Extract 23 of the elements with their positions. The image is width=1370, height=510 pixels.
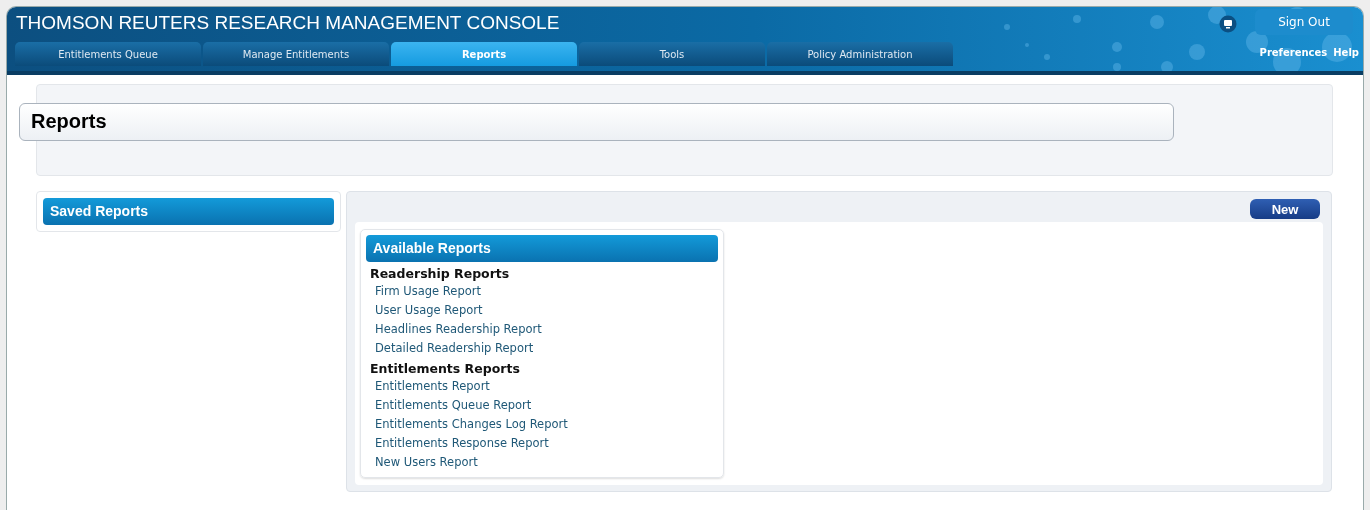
available-reports-header: Available Reports	[366, 235, 718, 262]
nav-tab[interactable]: Entitlements Queue	[15, 42, 201, 66]
sign-out-button[interactable]: Sign Out	[1255, 9, 1353, 35]
report-link[interactable]: Entitlements Changes Log Report	[375, 415, 568, 433]
nav-tab[interactable]: Policy Administration	[767, 42, 953, 66]
saved-reports-header[interactable]: Saved Reports	[43, 198, 334, 225]
nav-tab[interactable]: Manage Entitlements	[203, 42, 389, 66]
report-link[interactable]: Entitlements Queue Report	[375, 396, 532, 414]
nav-tab[interactable]: Tools	[579, 42, 765, 66]
group-heading: Entitlements Reports	[370, 361, 521, 376]
monitor-icon[interactable]	[1219, 15, 1237, 33]
report-link[interactable]: Headlines Readership Report	[375, 320, 542, 338]
report-link[interactable]: Firm Usage Report	[375, 282, 481, 300]
app-title: THOMSON REUTERS RESEARCH MANAGEMENT CONSOLE	[16, 12, 560, 34]
page-title: Reports	[19, 103, 1174, 141]
new-button[interactable]: New	[1250, 199, 1320, 219]
report-link[interactable]: Detailed Readership Report	[375, 339, 534, 357]
report-link[interactable]: Entitlements Response Report	[375, 434, 549, 452]
report-link[interactable]: User Usage Report	[375, 301, 483, 319]
group-heading: Readership Reports	[370, 266, 511, 281]
report-link[interactable]: Entitlements Report	[375, 377, 490, 395]
header-link[interactable]: Preferences	[1259, 47, 1328, 58]
report-link[interactable]: New Users Report	[375, 453, 478, 471]
